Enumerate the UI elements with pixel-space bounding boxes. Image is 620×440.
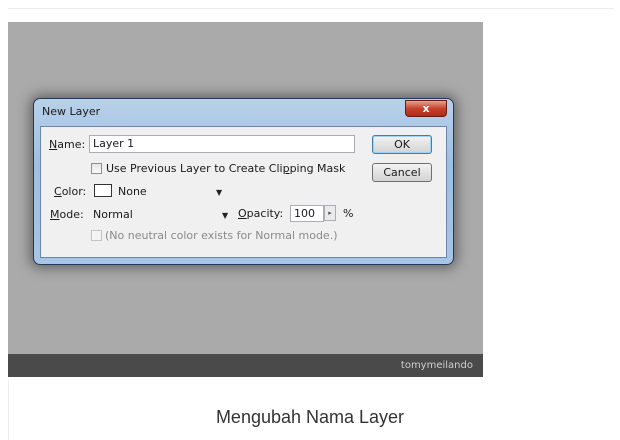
opacity-label: Opacity:: [238, 207, 284, 220]
ok-button[interactable]: OK: [372, 135, 432, 154]
watermark-text: tomymeilando: [400, 360, 473, 371]
color-dropdown-arrow-icon[interactable]: ▼: [216, 188, 222, 197]
close-button[interactable]: x: [405, 100, 447, 117]
color-value[interactable]: None: [118, 185, 147, 198]
neutral-color-checkbox[interactable]: [91, 230, 102, 241]
dialog-body: Name: Layer 1 Use Previous Layer to Crea…: [40, 126, 447, 258]
color-swatch: [94, 184, 112, 197]
mode-select[interactable]: Normal: [93, 208, 133, 221]
color-label: Color:: [54, 185, 87, 198]
mode-dropdown-arrow-icon[interactable]: ▼: [222, 211, 228, 220]
name-input[interactable]: Layer 1: [89, 135, 355, 153]
clipping-mask-checkbox[interactable]: [91, 163, 102, 174]
clipping-mask-label: Use Previous Layer to Create Clipping Ma…: [106, 162, 346, 175]
watermark-bar: tomymeilando: [8, 354, 483, 377]
neutral-color-label: (No neutral color exists for Normal mode…: [105, 229, 338, 242]
figure-caption: Mengubah Nama Layer: [215, 407, 405, 427]
opacity-slider-arrow-icon[interactable]: ▸: [324, 205, 336, 221]
name-label: Name:: [49, 138, 86, 151]
mode-label: Mode:: [50, 208, 84, 221]
top-divider: [8, 8, 614, 9]
screenshot-figure: New Layer x Name: Layer 1 Use Previous L…: [8, 22, 483, 377]
cancel-button[interactable]: Cancel: [372, 163, 432, 182]
new-layer-dialog: New Layer x Name: Layer 1 Use Previous L…: [33, 98, 454, 265]
opacity-input[interactable]: 100: [290, 205, 324, 222]
dialog-title: New Layer: [42, 105, 101, 118]
opacity-unit: %: [343, 207, 354, 220]
